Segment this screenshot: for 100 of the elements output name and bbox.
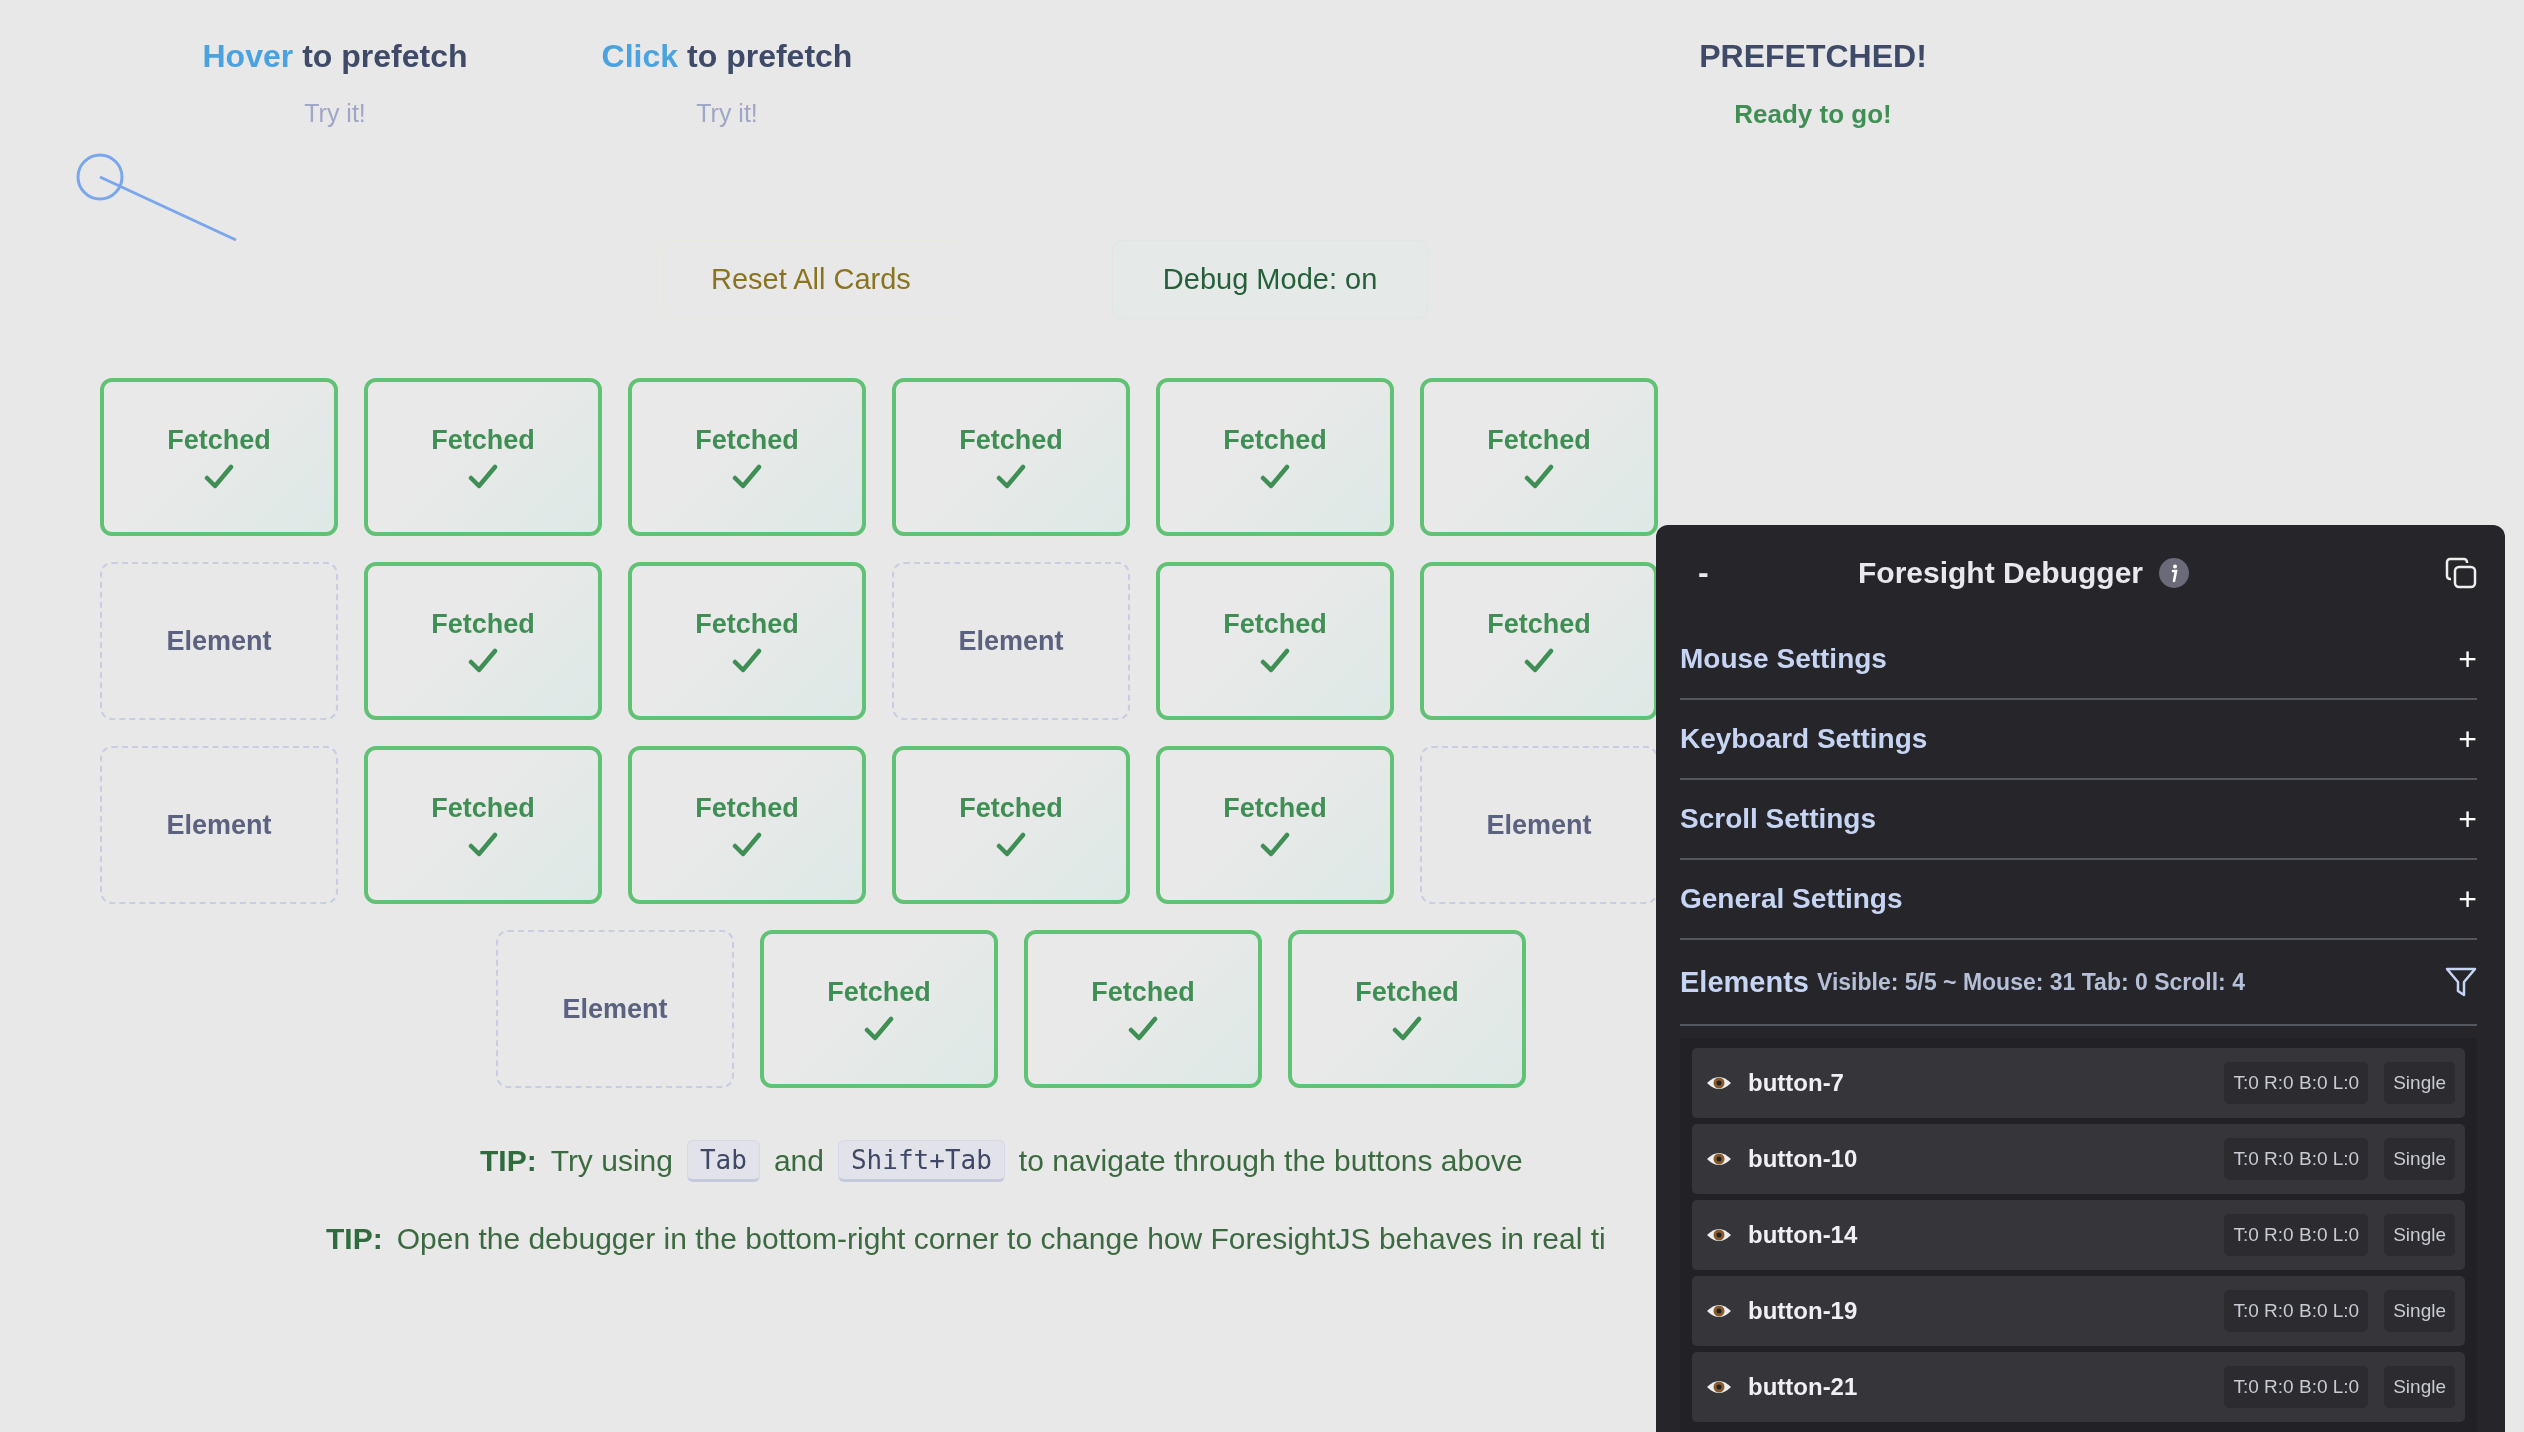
debugger-title: Foresight Debugger [1858, 555, 2143, 590]
demo-action: Click [601, 38, 679, 75]
tip-text: and [773, 1144, 824, 1178]
expand-toggle[interactable]: + [2458, 800, 2477, 838]
check-icon [1392, 1015, 1422, 1042]
key-chip: Tab [686, 1140, 760, 1182]
card-label: Element [1486, 809, 1592, 841]
element-row[interactable]: button-19 T:0 R:0 B:0 L:0 Single [1692, 1276, 2465, 1346]
section-header[interactable]: Keyboard Settings [1680, 723, 1928, 755]
check-icon [1260, 647, 1290, 674]
fetched-card[interactable]: Fetched [1156, 378, 1394, 536]
card-label: Fetched [1487, 424, 1591, 456]
card-label: Element [562, 993, 668, 1025]
eye-icon [1706, 1074, 1732, 1092]
mode-badge: Single [2384, 1214, 2455, 1256]
elements-summary: Visible: 5/5 ~ Mouse: 31 Tab: 0 Scroll: 4 [1816, 968, 2245, 996]
card-label: Fetched [695, 608, 799, 640]
tip-label: TIP: [480, 1144, 537, 1178]
demo-action: Hover [202, 38, 294, 75]
check-icon [732, 647, 762, 674]
card-label: Element [166, 809, 272, 841]
section-header[interactable]: General Settings [1680, 883, 1903, 915]
fetched-card[interactable]: Fetched [1156, 746, 1394, 904]
element-row[interactable]: button-21 T:0 R:0 B:0 L:0 Single [1692, 1352, 2465, 1422]
fetched-card[interactable]: Fetched [364, 378, 602, 536]
card-label: Fetched [1487, 608, 1591, 640]
eye-icon [1706, 1302, 1732, 1320]
fetched-card[interactable]: Fetched [628, 378, 866, 536]
eye-icon [1706, 1150, 1732, 1168]
expand-toggle[interactable]: + [2458, 880, 2477, 918]
fetched-card[interactable]: Fetched [100, 378, 338, 536]
mode-badge: Single [2384, 1062, 2455, 1104]
fetched-card[interactable]: Fetched [364, 746, 602, 904]
check-icon [864, 1015, 894, 1042]
demo-hint: Try it! [304, 99, 366, 128]
minimize-button[interactable]: - [1680, 554, 1858, 591]
card-label: Fetched [959, 424, 1063, 456]
check-icon [1524, 647, 1554, 674]
fetched-card[interactable]: Fetched [628, 562, 866, 720]
section-header[interactable]: Elements [1680, 965, 1809, 999]
demo-hint: Try it! [696, 99, 758, 128]
card-label: Fetched [1223, 424, 1327, 456]
check-icon [1260, 463, 1290, 490]
demo-title: PREFETCHED! [1699, 38, 1927, 75]
fetched-card[interactable]: Fetched [892, 378, 1130, 536]
element-row[interactable]: button-7 T:0 R:0 B:0 L:0 Single [1692, 1048, 2465, 1118]
section-header[interactable]: Scroll Settings [1680, 803, 1877, 835]
expand-toggle[interactable]: + [2458, 640, 2477, 678]
section-header[interactable]: Mouse Settings [1680, 643, 1887, 675]
card-label: Fetched [431, 608, 535, 640]
fetched-card[interactable]: Fetched [364, 562, 602, 720]
card-label: Fetched [695, 792, 799, 824]
check-icon [468, 463, 498, 490]
fetched-card[interactable]: Fetched [1420, 378, 1658, 536]
element-row[interactable]: button-10 T:0 R:0 B:0 L:0 Single [1692, 1124, 2465, 1194]
debug-mode-button[interactable]: Debug Mode: on [1111, 240, 1429, 319]
bounds-badge: T:0 R:0 B:0 L:0 [2224, 1062, 2369, 1104]
check-icon [204, 463, 234, 490]
status-text: Ready to go! [1734, 99, 1892, 130]
copy-icon[interactable] [2445, 556, 2477, 589]
bounds-badge: T:0 R:0 B:0 L:0 [2224, 1138, 2369, 1180]
expand-toggle[interactable]: + [2458, 720, 2477, 758]
card-label: Fetched [1091, 976, 1195, 1008]
check-icon [1128, 1015, 1158, 1042]
card-label: Fetched [959, 792, 1063, 824]
element-name: button-19 [1748, 1297, 1858, 1325]
check-icon [468, 831, 498, 858]
card-label: Fetched [431, 424, 535, 456]
mode-badge: Single [2384, 1366, 2455, 1408]
element-card[interactable]: Element [892, 562, 1130, 720]
mode-badge: Single [2384, 1290, 2455, 1332]
tip-text: to navigate through the buttons above [1018, 1144, 1523, 1178]
element-name: button-21 [1748, 1373, 1858, 1401]
element-card[interactable]: Element [100, 746, 338, 904]
key-chip: Shift+Tab [837, 1140, 1005, 1182]
demo-title: to prefetch [302, 38, 468, 75]
card-label: Element [958, 625, 1064, 657]
reset-button[interactable]: Reset All Cards [660, 240, 962, 319]
fetched-card[interactable]: Fetched [892, 746, 1130, 904]
fetched-card[interactable]: Fetched [1156, 562, 1394, 720]
fetched-card[interactable]: Fetched [1420, 562, 1658, 720]
tip-text: Open the debugger in the bottom-right corner to change how ForesightJS behaves in real ti [396, 1222, 1606, 1256]
element-card[interactable]: Element [100, 562, 338, 720]
element-name: button-7 [1748, 1069, 1844, 1097]
tip-text: Try using [550, 1144, 673, 1178]
fetched-card[interactable]: Fetched [1288, 930, 1526, 1088]
element-card[interactable]: Element [496, 930, 734, 1088]
check-icon [996, 463, 1026, 490]
card-label: Fetched [1355, 976, 1459, 1008]
element-row[interactable]: button-14 T:0 R:0 B:0 L:0 Single [1692, 1200, 2465, 1270]
element-name: button-10 [1748, 1145, 1858, 1173]
fetched-card[interactable]: Fetched [760, 930, 998, 1088]
filter-icon[interactable] [2445, 967, 2477, 997]
fetched-card[interactable]: Fetched [1024, 930, 1262, 1088]
eye-icon [1706, 1378, 1732, 1396]
info-icon[interactable] [2159, 557, 2189, 588]
check-icon [1524, 463, 1554, 490]
bounds-badge: T:0 R:0 B:0 L:0 [2224, 1214, 2369, 1256]
card-label: Fetched [431, 792, 535, 824]
fetched-card[interactable]: Fetched [628, 746, 866, 904]
